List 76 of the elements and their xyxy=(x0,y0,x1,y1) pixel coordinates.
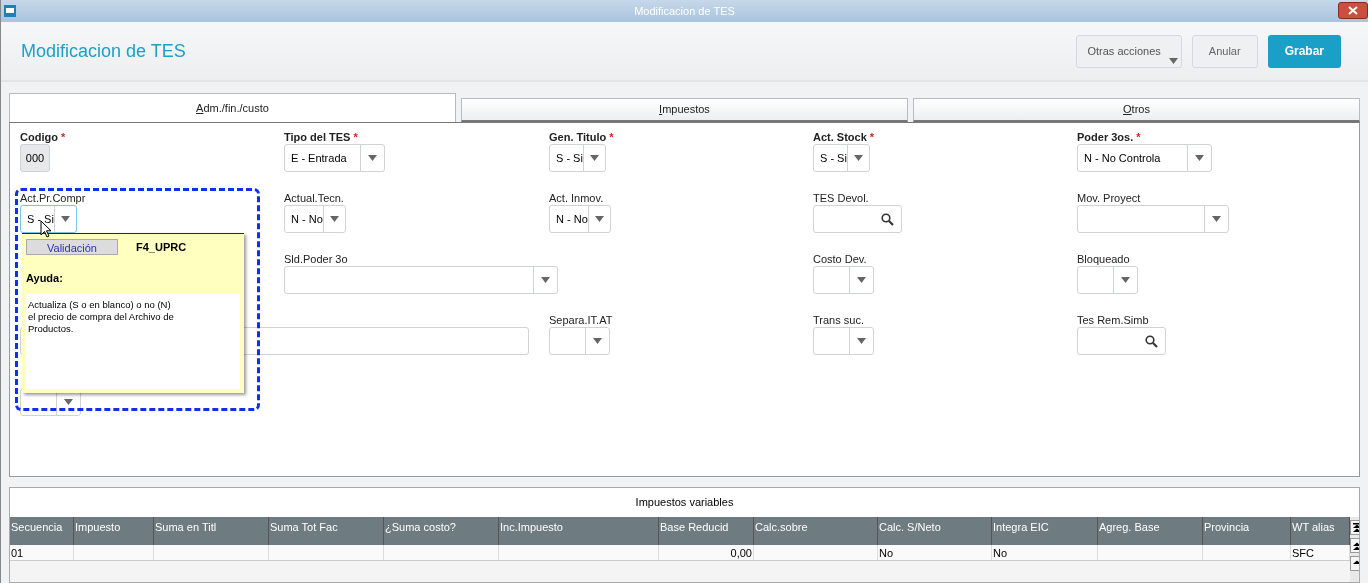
dropdown-arrow-icon xyxy=(857,338,866,344)
field-label: Codigo xyxy=(20,129,58,145)
dropdown-field[interactable]: S - Si xyxy=(813,144,870,172)
field-label: Actual.Tecn. xyxy=(284,190,344,206)
search-icon xyxy=(1145,334,1158,348)
dropdown-field[interactable] xyxy=(813,327,874,355)
table-cell: 0,00 xyxy=(659,545,754,560)
help-heading: Ayuda: xyxy=(26,271,64,286)
dropdown-field[interactable] xyxy=(549,327,610,355)
field-label: Poder 3os. xyxy=(1077,129,1134,145)
required-mark: * xyxy=(353,129,358,145)
dropdown-field[interactable]: S - Si xyxy=(20,205,77,233)
dropdown-arrow-icon xyxy=(593,338,602,344)
window-title: Modificacion de TES xyxy=(633,3,736,19)
page-title: Modificacion de TES xyxy=(21,39,187,63)
dropdown-arrow-icon xyxy=(60,216,70,222)
dropdown-arrow-icon xyxy=(368,155,377,161)
field-label: Tes Rem.Simb xyxy=(1077,312,1149,328)
dropdown-arrow-icon xyxy=(1212,216,1221,222)
field-label: TES Devol. xyxy=(813,190,869,206)
dropdown-arrow-icon xyxy=(857,277,866,283)
dropdown-arrow-icon xyxy=(1121,277,1130,283)
field-label: Separa.IT.AT xyxy=(549,312,613,328)
readonly-field: 000 xyxy=(20,144,50,172)
save-button[interactable]: Grabar xyxy=(1267,34,1341,68)
field-label: Tipo del TES xyxy=(284,129,351,145)
field-label: Gen. Titulo xyxy=(549,129,607,145)
table-cell: No xyxy=(992,545,1098,560)
close-icon xyxy=(1348,6,1358,15)
dropdown-arrow-icon xyxy=(64,399,73,405)
search-field[interactable] xyxy=(1077,327,1166,355)
more-actions-button[interactable]: Otras acciones xyxy=(1076,34,1182,68)
dropdown-field[interactable]: S - Si xyxy=(549,144,606,172)
dropdown-field[interactable]: N - No xyxy=(549,205,611,233)
dropdown-field[interactable] xyxy=(813,266,874,294)
app-icon xyxy=(4,5,16,17)
required-mark: * xyxy=(609,129,614,145)
field-label: Mov. Proyect xyxy=(1077,190,1141,206)
help-text: Actualiza (S o en blanco) o no (N) el precio de compra del Archivo de Productos. xyxy=(28,298,175,335)
field-label: Sld.Poder 3o xyxy=(284,251,348,267)
field-label: Act. Stock xyxy=(813,129,867,145)
search-field[interactable] xyxy=(813,205,902,233)
dropdown-arrow-icon xyxy=(541,277,550,283)
dropdown-field[interactable] xyxy=(284,266,558,294)
dropdown-field[interactable] xyxy=(1077,205,1229,233)
field-label: Act.Pr.Compr xyxy=(20,190,86,206)
tab[interactable]: Impuestos xyxy=(461,98,908,122)
up-arrow-icon xyxy=(1352,523,1359,532)
tab[interactable]: Adm./fin./custo xyxy=(9,93,456,122)
table-title: Impuestos variables xyxy=(635,495,734,511)
dropdown-field[interactable]: N - No xyxy=(284,205,346,233)
field-label: Bloqueado xyxy=(1077,251,1130,267)
field-label: Act. Inmov. xyxy=(549,190,604,206)
dropdown-arrow-icon xyxy=(329,216,339,222)
field-label: Costo Dev. xyxy=(813,251,867,267)
table-cell: No xyxy=(878,545,992,560)
search-icon xyxy=(881,212,894,226)
validation-tab[interactable]: Validación xyxy=(26,239,118,255)
dropdown-field[interactable]: N - No Controla xyxy=(1077,144,1212,172)
tab[interactable]: Otros xyxy=(913,98,1360,122)
dropdown-arrow-icon xyxy=(853,155,863,161)
dropdown-arrow-icon xyxy=(594,216,604,222)
dropdown-field[interactable]: E - Entrada xyxy=(284,144,385,172)
field-label: Trans suc. xyxy=(813,312,864,328)
dropdown-arrow-icon xyxy=(1168,57,1178,64)
required-mark: * xyxy=(60,129,66,145)
close-button[interactable] xyxy=(1338,2,1368,19)
cancel-button[interactable]: Anular xyxy=(1191,34,1258,68)
table-cell: 01 xyxy=(10,545,74,560)
required-mark: * xyxy=(1136,129,1141,145)
dropdown-arrow-icon xyxy=(589,155,599,161)
dropdown-field[interactable] xyxy=(1077,266,1138,294)
field-code: F4_UPRC xyxy=(136,239,187,255)
up-arrow-icon xyxy=(1352,541,1359,550)
required-mark: * xyxy=(869,129,875,145)
dropdown-arrow-icon xyxy=(1195,155,1204,161)
